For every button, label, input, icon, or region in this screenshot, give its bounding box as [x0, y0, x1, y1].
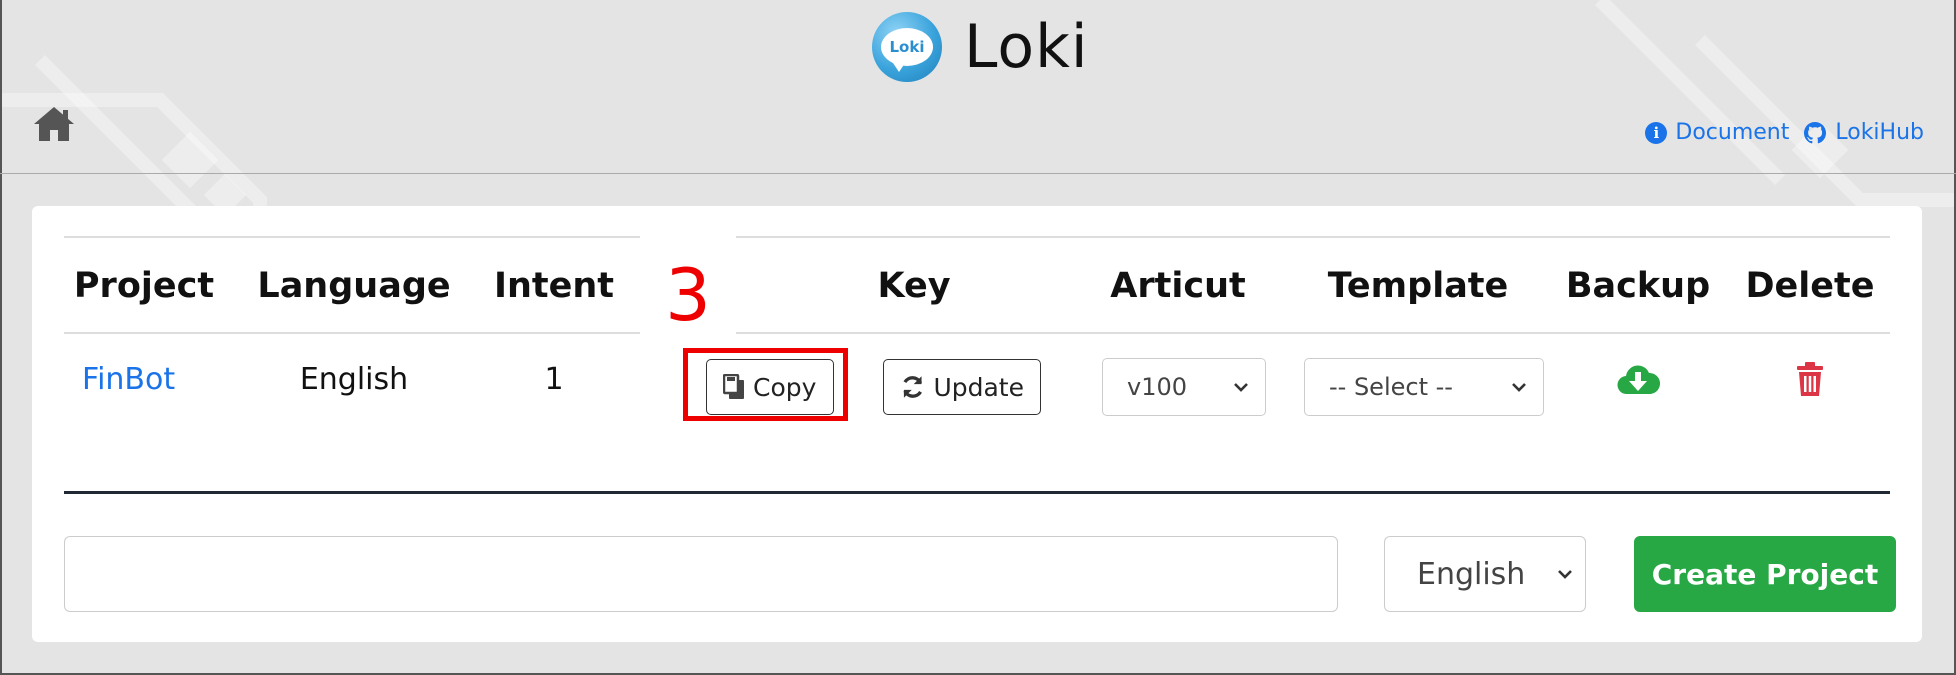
new-project-language-value: English — [1417, 556, 1526, 592]
brand: Loki Loki — [872, 10, 1089, 84]
home-icon[interactable] — [32, 104, 76, 144]
projects-table: Project Language Intent Key Articut Temp… — [64, 236, 1890, 494]
loki-logo: Loki — [872, 12, 942, 82]
column-header-delete: Delete — [1745, 266, 1875, 306]
projects-card: Project Language Intent Key Articut Temp… — [32, 206, 1922, 642]
table-row: FinBot English 1 Copy Update v100 -- Sel… — [64, 334, 1890, 494]
project-intent: 1 — [544, 361, 564, 397]
articut-version-select[interactable]: v100 — [1102, 358, 1266, 416]
column-header-backup: Backup — [1565, 266, 1711, 306]
annotation-highlight-box — [683, 348, 848, 421]
template-select[interactable]: -- Select -- — [1304, 358, 1544, 416]
refresh-icon — [903, 376, 923, 398]
annotation-step-number: 3 — [640, 236, 736, 354]
lokihub-link[interactable]: LokiHub — [1803, 120, 1924, 145]
chevron-down-icon — [1558, 570, 1572, 579]
column-header-key: Key — [877, 266, 951, 306]
column-header-articut: Articut — [1110, 266, 1246, 306]
update-label: Update — [933, 372, 1024, 402]
chevron-down-icon — [1512, 383, 1526, 392]
update-key-button[interactable]: Update — [883, 359, 1041, 415]
project-link[interactable]: FinBot — [82, 362, 175, 397]
new-project-language-select[interactable]: English — [1384, 536, 1586, 612]
column-header-template: Template — [1327, 266, 1509, 306]
create-project-row: English Create Project — [64, 536, 1896, 612]
info-icon: i — [1645, 121, 1668, 144]
create-project-button[interactable]: Create Project — [1634, 536, 1896, 612]
document-link[interactable]: i Document — [1645, 120, 1789, 145]
articut-version-value: v100 — [1127, 373, 1188, 401]
header-divider — [0, 173, 1956, 174]
column-header-project: Project — [73, 266, 215, 306]
logo-text: Loki — [881, 28, 933, 72]
column-header-language: Language — [257, 266, 451, 306]
template-value: -- Select -- — [1329, 373, 1453, 401]
project-language: English — [299, 361, 409, 397]
github-icon — [1804, 121, 1827, 143]
app-title: Loki — [964, 12, 1089, 82]
document-link-label: Document — [1675, 120, 1790, 145]
table-header: Project Language Intent Key Articut Temp… — [64, 236, 1890, 334]
top-links: i Document LokiHub — [1645, 120, 1924, 145]
backup-download-icon[interactable] — [1616, 362, 1660, 396]
lokihub-link-label: LokiHub — [1835, 120, 1924, 145]
column-header-intent: Intent — [493, 266, 615, 306]
project-name-input[interactable] — [64, 536, 1338, 612]
chevron-down-icon — [1234, 383, 1248, 392]
trash-icon[interactable] — [1796, 362, 1824, 396]
